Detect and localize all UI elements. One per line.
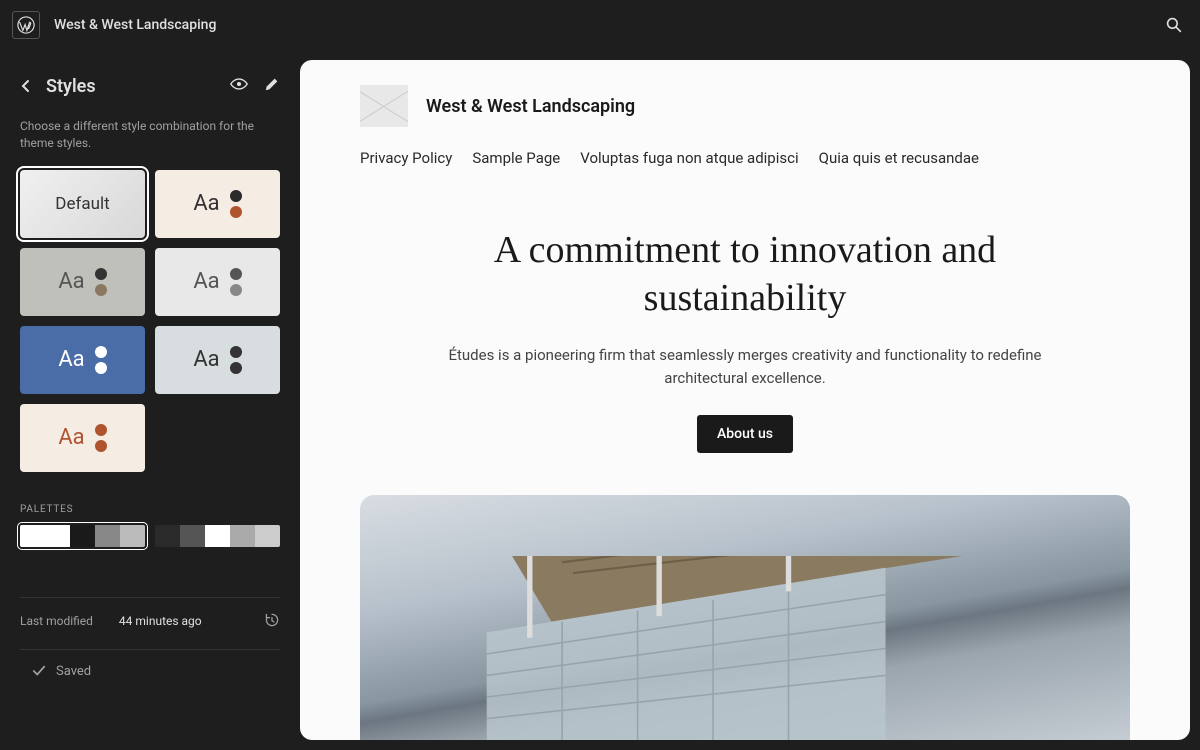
last-modified-time: 44 minutes ago	[119, 614, 264, 628]
hero-section: A commitment to innovation and sustainab…	[425, 227, 1065, 453]
style-variation-2[interactable]: Aa	[20, 248, 145, 316]
search-button[interactable]	[1160, 11, 1188, 39]
sidebar-header: Styles	[20, 62, 280, 110]
preview-canvas[interactable]: West & West Landscaping Privacy Policy Sa…	[300, 60, 1190, 740]
nav-link-3[interactable]: Quia quis et recusandae	[819, 149, 979, 167]
style-variation-5[interactable]: Aa	[155, 326, 280, 394]
history-icon	[264, 612, 280, 628]
saved-label: Saved	[56, 664, 91, 679]
main: Styles Choose a different style combinat…	[0, 50, 1200, 750]
styles-title: Styles	[46, 76, 230, 97]
search-icon	[1166, 17, 1182, 33]
check-icon	[32, 664, 46, 678]
hero-image[interactable]	[360, 495, 1130, 741]
style-book-button[interactable]	[230, 76, 248, 96]
last-modified-row[interactable]: Last modified 44 minutes ago	[20, 597, 280, 645]
style-variation-3[interactable]: Aa	[155, 248, 280, 316]
style-variation-1[interactable]: Aa	[155, 170, 280, 238]
style-variation-6[interactable]: Aa	[20, 404, 145, 472]
palette-1[interactable]	[155, 525, 280, 547]
style-variation-0[interactable]: Default	[20, 170, 145, 238]
palettes-label: PALETTES	[20, 504, 280, 515]
pencil-icon	[264, 76, 280, 92]
preview-header: West & West Landscaping	[360, 85, 1130, 127]
building-illustration	[422, 556, 1069, 740]
chevron-left-icon	[20, 79, 30, 93]
preview-nav: Privacy Policy Sample Page Voluptas fuga n…	[360, 149, 1130, 167]
eye-icon	[230, 77, 248, 91]
wordpress-logo-button[interactable]	[12, 11, 40, 39]
preview-site-name[interactable]: West & West Landscaping	[426, 96, 635, 117]
site-logo-placeholder[interactable]	[360, 85, 408, 127]
sidebar: Styles Choose a different style combinat…	[0, 50, 300, 750]
last-modified-label: Last modified	[20, 614, 93, 628]
edit-styles-button[interactable]	[264, 76, 280, 96]
palette-row	[20, 525, 280, 547]
sidebar-description: Choose a different style combination for…	[20, 118, 280, 152]
palette-0[interactable]	[20, 525, 145, 547]
hero-title[interactable]: A commitment to innovation and sustainab…	[425, 227, 1065, 322]
topbar: West & West Landscaping	[0, 0, 1200, 50]
nav-link-2[interactable]: Voluptas fuga non atque adipisci	[580, 149, 798, 167]
style-variation-4[interactable]: Aa	[20, 326, 145, 394]
back-button[interactable]	[20, 79, 40, 93]
saved-status: Saved	[20, 649, 280, 693]
nav-link-0[interactable]: Privacy Policy	[360, 149, 452, 167]
site-title: West & West Landscaping	[54, 17, 1160, 33]
hero-button[interactable]: About us	[697, 415, 793, 453]
nav-link-1[interactable]: Sample Page	[472, 149, 560, 167]
wordpress-icon	[17, 16, 35, 34]
revisions-button[interactable]	[264, 612, 280, 631]
style-variations-grid: DefaultAaAaAaAaAaAa	[20, 170, 280, 472]
hero-description[interactable]: Études is a pioneering firm that seamles…	[425, 344, 1065, 391]
